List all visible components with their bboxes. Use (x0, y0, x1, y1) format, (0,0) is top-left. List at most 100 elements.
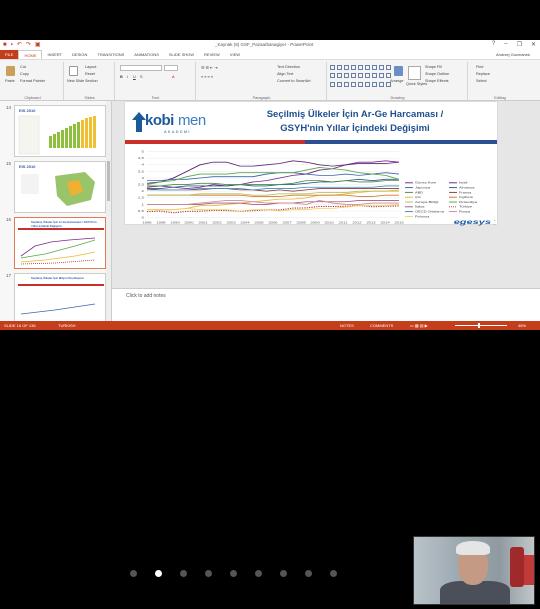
legend-label: İsrail (459, 181, 468, 185)
shape-outline-button[interactable]: Shape Outline (425, 72, 449, 76)
thumbnail-title: Seçilmiş Ülkeler İçin Ar-Ge Harcaması / … (31, 220, 97, 228)
page-dot[interactable] (205, 569, 212, 577)
divider-blue (305, 140, 497, 144)
page-dot[interactable] (155, 569, 162, 577)
legend-label: Japonya (415, 186, 430, 189)
legend-label: ABD (415, 191, 424, 194)
arrange-icon[interactable] (394, 66, 403, 76)
page-dot[interactable] (330, 569, 337, 577)
tab-view[interactable]: VIEW (225, 50, 245, 59)
language-indicator[interactable]: TURKISH (58, 323, 76, 328)
x-tick-label: 2008 (296, 221, 305, 224)
minimize-button[interactable]: – (504, 41, 507, 48)
slide-thumbnail[interactable]: EIS 2010 (14, 161, 106, 213)
y-tick-label: 1,5 (138, 197, 144, 200)
slide-thumbnail[interactable]: Seçilmiş Ülkeler İçin Milyon Kişi Başına (14, 273, 106, 321)
format-painter-button[interactable]: Format Painter (20, 79, 45, 83)
x-tick-label: 2011 (338, 221, 347, 224)
shadow-icon[interactable]: S (140, 75, 143, 79)
quick-styles-icon[interactable] (408, 66, 421, 80)
page-dot[interactable] (305, 569, 312, 577)
slide-canvas[interactable]: kobi men AKADEMİ Seçilmiş Ülkeler İçin A… (125, 102, 497, 226)
cut-button[interactable]: Cut (20, 65, 26, 69)
tab-insert[interactable]: INSERT (42, 50, 67, 59)
comments-toggle[interactable]: COMMENTS (370, 323, 393, 328)
x-tick-label: 2005 (254, 221, 263, 224)
new-slide-icon[interactable] (69, 66, 78, 76)
page-dot[interactable] (280, 569, 287, 577)
page-dot[interactable] (130, 569, 137, 577)
close-button[interactable]: ✕ (531, 41, 536, 48)
zoom-slider[interactable] (455, 325, 507, 326)
shape-effects-button[interactable]: Shape Effects (425, 79, 449, 83)
select-button[interactable]: Select (476, 79, 487, 83)
italic-icon[interactable]: I (127, 75, 128, 79)
user-account[interactable]: Andrzej Guzmanek (496, 52, 530, 57)
egesys-signal-icon: ) (494, 219, 495, 226)
align-text-button[interactable]: Align Text (277, 72, 293, 76)
redo-icon[interactable]: ↷ (26, 42, 31, 48)
page-dot[interactable] (230, 569, 237, 577)
y-tick-label: 3 (141, 177, 144, 180)
zoom-slider-thumb[interactable] (478, 323, 480, 328)
tab-animations[interactable]: ANIMATIONS (129, 50, 164, 59)
section-button[interactable]: Section (85, 79, 98, 83)
tab-review[interactable]: REVIEW (199, 50, 225, 59)
shapes-gallery[interactable] (330, 65, 391, 89)
tab-home[interactable]: HOME (18, 50, 43, 59)
notes-pane[interactable]: Click to add notes (112, 288, 540, 321)
font-size-dropdown[interactable] (164, 65, 178, 71)
align-icons[interactable]: ≡ ≡ ≡ ≡ (201, 75, 213, 79)
bullets-icon[interactable]: ☰ ☰ ⇤ ⇥ (201, 65, 217, 70)
layout-button[interactable]: Layout (85, 65, 96, 69)
bold-icon[interactable]: B (120, 75, 123, 79)
title-bar: ■ ▪ ↶ ↷ ▣ _Kaynak (8) GSF_Pazaarbanagiye… (0, 40, 540, 50)
font-name-dropdown[interactable] (120, 65, 162, 71)
paste-button[interactable]: Paste (5, 79, 15, 83)
page-dot[interactable] (255, 569, 262, 577)
x-tick-label: 1999 (170, 221, 179, 224)
underline-icon[interactable]: U (133, 75, 136, 79)
notes-toggle[interactable]: NOTES (340, 323, 354, 328)
copy-button[interactable]: Copy (20, 72, 29, 76)
series-line (146, 204, 400, 214)
webcam-thumbnail[interactable] (413, 536, 535, 605)
new-slide-button[interactable]: New Slide (67, 79, 84, 83)
legend-label: Türkiye (459, 206, 472, 209)
undo-icon[interactable]: ↶ (17, 42, 22, 48)
legend-label: Almanya (459, 186, 475, 189)
text-direction-button[interactable]: Text Direction (277, 65, 300, 69)
zoom-level[interactable]: 46% (518, 323, 526, 328)
find-button[interactable]: Find (476, 65, 483, 69)
quick-styles-button[interactable]: Quick Styles (406, 82, 427, 86)
tab-transitions[interactable]: TRANSITIONS (92, 50, 129, 59)
slide-thumbnail-selected[interactable]: Seçilmiş Ülkeler İçin Ar-Ge Harcaması / … (14, 217, 106, 269)
powerpoint-icon[interactable]: ■ (3, 42, 7, 48)
paste-icon[interactable] (6, 66, 15, 76)
series-line (147, 203, 400, 212)
page-dot[interactable] (180, 569, 187, 577)
tab-design[interactable]: DESIGN (67, 50, 92, 59)
tab-slide-show[interactable]: SLIDE SHOW (164, 50, 199, 59)
slide-thumbnail[interactable]: EIS 2010 (14, 105, 106, 157)
series-line (147, 189, 400, 211)
editing-label: Editing (494, 96, 506, 100)
replace-button[interactable]: Replace (476, 72, 490, 76)
y-tick-label: 1 (141, 203, 144, 206)
quick-access-toolbar: ■ ▪ ↶ ↷ ▣ (3, 42, 41, 48)
webcam-object (510, 547, 524, 587)
tab-file[interactable]: FILE (0, 50, 19, 59)
legend-label: Finlandiya (459, 201, 477, 204)
reset-button[interactable]: Reset (85, 72, 95, 76)
convert-smartart-button[interactable]: Convert to SmartArt (277, 79, 311, 83)
font-color-icon[interactable]: A (172, 75, 175, 79)
scrollbar-thumb[interactable] (107, 161, 110, 201)
help-button[interactable]: ? (492, 41, 495, 48)
arrange-button[interactable]: Arrange (390, 79, 404, 83)
shape-fill-button[interactable]: Shape Fill (425, 65, 442, 69)
present-icon[interactable]: ▣ (35, 42, 41, 48)
thumbnail-scrollbar[interactable] (106, 101, 111, 321)
save-icon[interactable]: ▪ (11, 42, 13, 48)
view-buttons-icon[interactable]: ▭ ▦ ▤ ▶ (410, 323, 428, 328)
maximize-button[interactable]: ❐ (517, 41, 522, 48)
